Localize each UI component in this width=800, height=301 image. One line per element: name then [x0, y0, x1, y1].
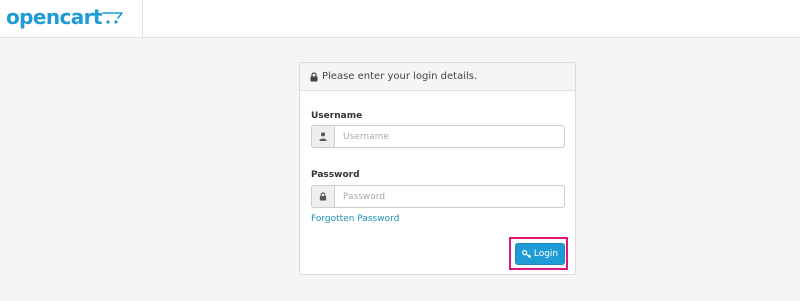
forgotten-password-link[interactable]: Forgotten Password: [311, 214, 399, 224]
username-addon: [312, 126, 335, 147]
password-label: Password: [311, 170, 360, 180]
brand-logo[interactable]: opencart: [0, 0, 143, 37]
password-input[interactable]: [335, 186, 564, 207]
lock-icon: [310, 71, 318, 81]
top-header: opencart: [0, 0, 800, 38]
brand-name: opencart: [6, 5, 102, 29]
key-icon: [521, 250, 531, 258]
username-input[interactable]: [335, 126, 564, 147]
panel-heading: Please enter your login details.: [300, 63, 575, 91]
password-input-group: [311, 185, 565, 208]
lock-icon: [319, 192, 327, 201]
user-icon: [319, 132, 327, 141]
login-panel: Please enter your login details. Usernam…: [299, 62, 576, 275]
login-button[interactable]: Login: [515, 243, 565, 265]
username-label: Username: [311, 111, 363, 121]
password-addon: [312, 186, 335, 207]
panel-heading-text: Please enter your login details.: [322, 70, 478, 82]
cart-icon: [102, 12, 123, 24]
login-button-label: Login: [533, 249, 559, 259]
username-input-group: [311, 125, 565, 148]
